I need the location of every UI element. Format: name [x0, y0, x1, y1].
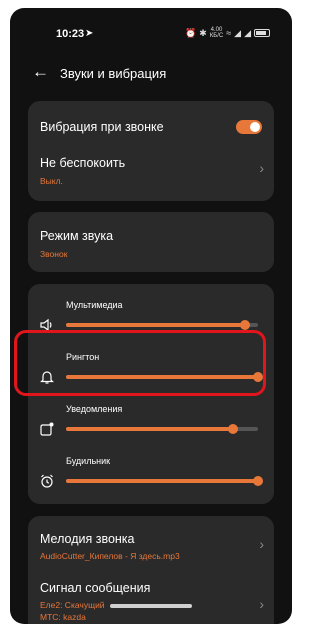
ringtone-highlight-frame	[14, 330, 266, 396]
signal-icon-2: ◢	[244, 27, 251, 38]
header: ← Звуки и вибрация	[10, 60, 292, 90]
phone-screen: 10:23 ➤ ⏰ ✱ 4.00 КБ/С ≈ ◢ ◢ ← Звуки и ви…	[10, 8, 292, 624]
page-title: Звуки и вибрация	[60, 66, 167, 81]
bluetooth-icon: ✱	[199, 27, 207, 38]
chevron-right-icon: ›	[259, 596, 264, 612]
signal-icon: ◢	[234, 27, 242, 38]
navigation-arrow-icon: ➤	[85, 28, 94, 39]
dnd-label: Не беспокоить	[40, 156, 126, 170]
message-tone-row[interactable]: Сигнал сообщения Еле2: Скачущий МТС: kaz…	[28, 566, 274, 624]
volume-row-notifications: Уведомления	[28, 394, 274, 440]
volume-slider-alarm[interactable]	[66, 476, 263, 486]
wifi-icon: ≈	[226, 28, 232, 38]
slider-thumb[interactable]	[253, 476, 263, 486]
network-speed-unit: КБ/С	[209, 33, 224, 39]
dnd-value: Выкл.	[40, 176, 63, 186]
volume-label: Уведомления	[66, 404, 123, 414]
back-arrow-icon[interactable]: ←	[32, 62, 49, 82]
ringtone-value: AudioCutter_Кипелов - Я здесь.mp3	[40, 551, 180, 561]
do-not-disturb-row[interactable]: Не беспокоить Выкл. ›	[28, 141, 274, 201]
vibration-label: Вибрация при звонке	[40, 120, 164, 134]
notification-icon	[40, 422, 54, 436]
volume-slider-notifications[interactable]	[66, 424, 258, 434]
slider-thumb[interactable]	[239, 320, 250, 330]
status-bar: 10:23 ➤ ⏰ ✱ 4.00 КБ/С ≈ ◢ ◢	[10, 8, 292, 60]
alarm-clock-icon	[41, 474, 53, 488]
message-tone-value: Еле2: Скачущий	[40, 600, 105, 610]
settings-card-vibration: Вибрация при звонке Не беспокоить Выкл. …	[28, 101, 274, 201]
message-tone-value-2: МТС: kazda	[40, 612, 86, 622]
network-speed: 4.00 КБ/С	[210, 27, 223, 39]
vibration-toggle[interactable]	[236, 120, 262, 134]
ringtone-label: Мелодия звонка	[40, 532, 135, 546]
settings-card-sound-mode: Режим звука Звонок	[28, 212, 274, 272]
slider-thumb[interactable]	[228, 424, 239, 434]
status-icons: ⏰ ✱ 4.00 КБ/С ≈ ◢ ◢	[185, 27, 270, 39]
home-indicator[interactable]	[110, 604, 192, 608]
status-time: 10:23	[56, 28, 85, 40]
volume-row-alarm: Будильник	[28, 446, 274, 492]
message-tone-label: Сигнал сообщения	[40, 581, 151, 595]
sound-mode-label: Режим звука	[40, 229, 114, 243]
alarm-icon: ⏰	[185, 27, 197, 38]
vibration-row[interactable]: Вибрация при звонке	[28, 101, 274, 141]
chevron-right-icon: ›	[259, 160, 264, 176]
volume-label: Будильник	[66, 456, 111, 466]
battery-icon	[254, 29, 270, 37]
sound-mode-value: Звонок	[40, 249, 68, 259]
sound-mode-row[interactable]: Режим звука Звонок	[28, 212, 274, 272]
chevron-right-icon: ›	[259, 536, 264, 552]
ringtone-row[interactable]: Мелодия звонка AudioCutter_Кипелов - Я з…	[28, 516, 274, 566]
volume-slider-media[interactable]	[66, 320, 258, 330]
volume-label: Мультимедиа	[66, 300, 123, 310]
